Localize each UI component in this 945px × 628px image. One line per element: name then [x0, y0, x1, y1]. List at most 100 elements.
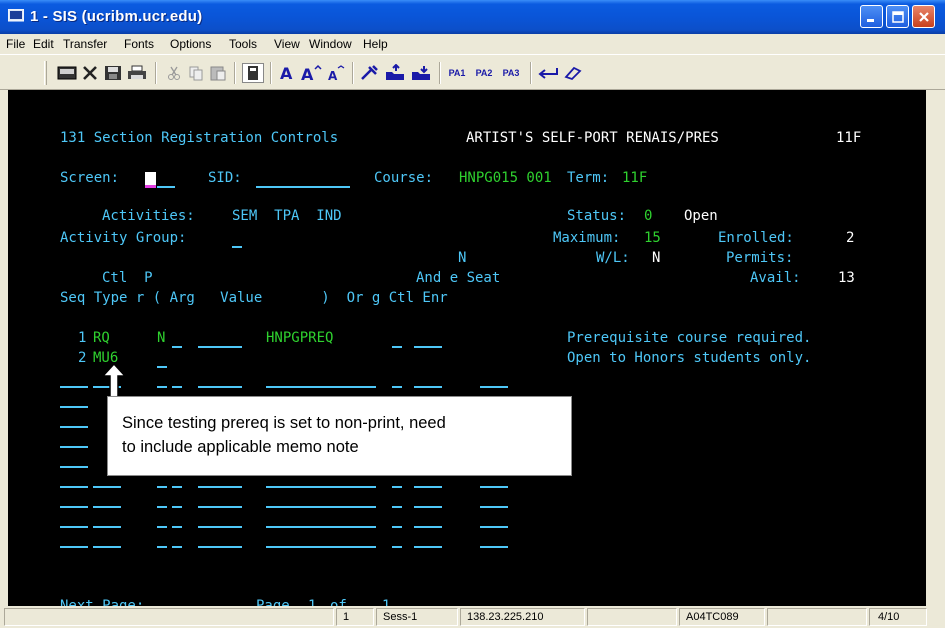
empty-ctl-field[interactable]	[414, 546, 442, 548]
cut-button[interactable]	[164, 63, 184, 83]
empty-seq-field[interactable]	[60, 486, 88, 488]
empty-value-field[interactable]	[266, 386, 376, 388]
row-1-paren-field[interactable]	[172, 346, 182, 348]
empty-seq-field[interactable]	[60, 386, 88, 388]
cancel-button[interactable]	[80, 63, 100, 83]
menu-edit[interactable]: Edit	[33, 37, 54, 51]
pa3-button[interactable]: PA3	[499, 63, 523, 83]
menu-transfer[interactable]: Transfer	[63, 37, 107, 51]
sid-field[interactable]	[256, 186, 350, 188]
empty-value-field[interactable]	[266, 486, 376, 488]
copy-button[interactable]	[186, 63, 206, 83]
pa1-button[interactable]: PA1	[445, 63, 469, 83]
row-1-p[interactable]: N	[157, 328, 165, 348]
empty-arg-field[interactable]	[198, 486, 242, 488]
empty-value-field[interactable]	[266, 546, 376, 548]
empty-p-field[interactable]	[157, 486, 167, 488]
row-2-p-field[interactable]	[157, 366, 167, 368]
empty-value-field[interactable]	[266, 526, 376, 528]
empty-type-field[interactable]	[93, 506, 121, 508]
empty-paren-field[interactable]	[172, 526, 182, 528]
empty-paren-field[interactable]	[172, 546, 182, 548]
empty-seq-field[interactable]	[60, 526, 88, 528]
enrolled-label: Enrolled:	[718, 230, 794, 246]
empty-type-field[interactable]	[93, 546, 121, 548]
menu-options[interactable]: Options	[170, 37, 211, 51]
empty-p-field[interactable]	[157, 546, 167, 548]
status-code[interactable]: 0	[644, 206, 652, 226]
minimize-button[interactable]	[860, 5, 883, 28]
tools-button[interactable]	[358, 63, 382, 83]
empty-seq-field[interactable]	[60, 426, 88, 428]
toolbar-separator	[234, 62, 236, 84]
empty-enr-field[interactable]	[480, 486, 508, 488]
screen-field[interactable]	[157, 186, 175, 188]
paste-button[interactable]	[208, 63, 228, 83]
row-1-or-field[interactable]	[392, 346, 402, 348]
clear-button[interactable]	[562, 63, 584, 83]
text-cursor	[145, 172, 156, 188]
send-file-button[interactable]	[384, 63, 408, 83]
empty-ctl-field[interactable]	[414, 526, 442, 528]
empty-paren-field[interactable]	[172, 386, 182, 388]
font-large-button[interactable]: A	[276, 63, 298, 83]
maximum-value[interactable]: 15	[644, 228, 661, 248]
empty-enr-field[interactable]	[480, 506, 508, 508]
empty-enr-field[interactable]	[480, 386, 508, 388]
row-1-value[interactable]: HNPGPREQ	[266, 328, 333, 348]
enter-button[interactable]	[536, 63, 560, 83]
menu-file[interactable]: File	[6, 37, 25, 51]
row-1-ctl-field[interactable]	[414, 346, 442, 348]
menu-help[interactable]: Help	[363, 37, 388, 51]
empty-arg-field[interactable]	[198, 506, 242, 508]
font-decrease-button[interactable]: A	[326, 63, 348, 83]
row-1-arg-field[interactable]	[198, 346, 242, 348]
receive-file-button[interactable]	[410, 63, 434, 83]
empty-or-field[interactable]	[392, 386, 402, 388]
row-1-type[interactable]: RQ	[93, 328, 110, 348]
empty-enr-field[interactable]	[480, 546, 508, 548]
empty-paren-field[interactable]	[172, 486, 182, 488]
empty-p-field[interactable]	[157, 506, 167, 508]
empty-or-field[interactable]	[392, 486, 402, 488]
close-button[interactable]	[912, 5, 935, 28]
empty-seq-field[interactable]	[60, 506, 88, 508]
font-increase-button[interactable]: A	[300, 63, 324, 83]
menu-tools[interactable]: Tools	[229, 37, 257, 51]
empty-p-field[interactable]	[157, 526, 167, 528]
empty-type-field[interactable]	[93, 486, 121, 488]
menu-view[interactable]: View	[274, 37, 300, 51]
empty-ctl-field[interactable]	[414, 386, 442, 388]
empty-seq-field[interactable]	[60, 546, 88, 548]
print-button[interactable]	[126, 63, 148, 83]
disconnect-button[interactable]	[56, 63, 78, 83]
empty-p-field[interactable]	[157, 386, 167, 388]
pa2-button[interactable]: PA2	[472, 63, 496, 83]
empty-or-field[interactable]	[392, 506, 402, 508]
menu-fonts[interactable]: Fonts	[124, 37, 154, 51]
activity-group-field[interactable]	[232, 246, 242, 248]
empty-arg-field[interactable]	[198, 526, 242, 528]
empty-paren-field[interactable]	[172, 506, 182, 508]
empty-or-field[interactable]	[392, 546, 402, 548]
empty-or-field[interactable]	[392, 526, 402, 528]
terminal-screen[interactable]: 131 Section Registration Controls ARTIST…	[8, 90, 926, 616]
empty-seq-field[interactable]	[60, 406, 88, 408]
save-button[interactable]	[102, 63, 124, 83]
empty-arg-field[interactable]	[198, 386, 242, 388]
vertical-scrollbar[interactable]	[926, 90, 945, 606]
empty-enr-field[interactable]	[480, 526, 508, 528]
empty-arg-field[interactable]	[198, 546, 242, 548]
empty-value-field[interactable]	[266, 506, 376, 508]
empty-type-field[interactable]	[93, 526, 121, 528]
maximize-button[interactable]	[886, 5, 909, 28]
empty-ctl-field[interactable]	[414, 486, 442, 488]
course-title: ARTIST'S SELF-PORT RENAIS/PRES	[466, 130, 719, 146]
term-value[interactable]: 11F	[622, 168, 647, 188]
menu-window[interactable]: Window	[309, 37, 352, 51]
empty-ctl-field[interactable]	[414, 506, 442, 508]
empty-seq-field[interactable]	[60, 466, 88, 468]
course-value[interactable]: HNPG015 001	[459, 168, 552, 188]
empty-seq-field[interactable]	[60, 446, 88, 448]
screen-toggle-button[interactable]	[242, 63, 264, 83]
